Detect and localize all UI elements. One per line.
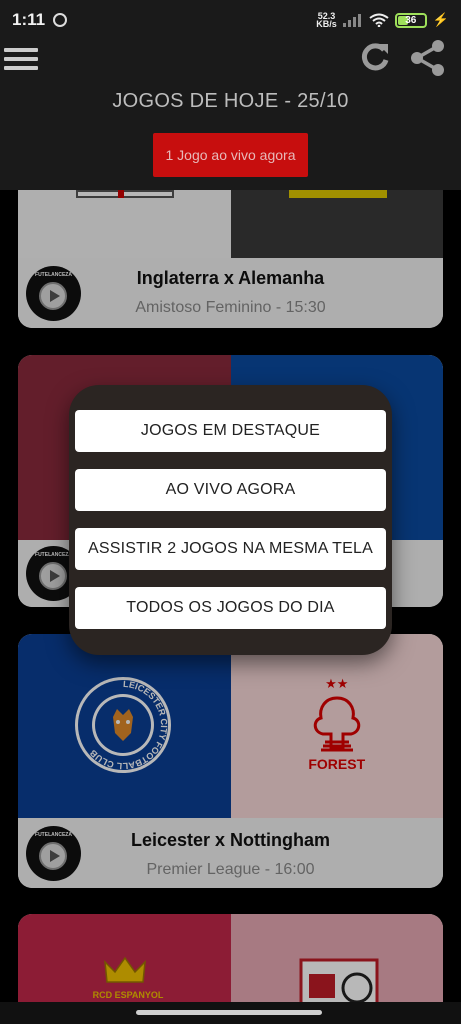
live-now-button[interactable]: 1 Jogo ao vivo agora	[153, 133, 308, 177]
share-icon[interactable]	[410, 40, 446, 76]
charging-icon: ⚡	[432, 12, 449, 27]
app-header: JOGOS DE HOJE - 25/10 1 Jogo ao vivo ago…	[0, 40, 461, 190]
system-nav-bar	[0, 1002, 461, 1024]
refresh-icon[interactable]	[358, 40, 392, 74]
all-games-today-button[interactable]: TODOS OS JOGOS DO DIA	[75, 587, 386, 629]
battery-icon: 36	[394, 12, 427, 28]
featured-games-button[interactable]: JOGOS EM DESTAQUE	[75, 410, 386, 452]
net-speed: 52.3 KB/s	[316, 11, 337, 29]
clock: 1:11	[12, 10, 46, 29]
status-bar: 1:11 52.3 KB/s 36 ⚡	[0, 0, 461, 40]
signal-icon	[342, 13, 363, 27]
hamburger-menu-icon[interactable]	[4, 48, 38, 72]
notification-icon	[53, 13, 68, 27]
home-gesture-handle[interactable]	[136, 1010, 322, 1015]
options-dialog: JOGOS EM DESTAQUE AO VIVO AGORA ASSISTIR…	[69, 385, 392, 655]
page-title: JOGOS DE HOJE - 25/10	[112, 90, 349, 112]
watch-two-games-button[interactable]: ASSISTIR 2 JOGOS NA MESMA TELA	[75, 528, 386, 570]
wifi-icon	[369, 13, 389, 27]
live-now-option-button[interactable]: AO VIVO AGORA	[75, 469, 386, 511]
